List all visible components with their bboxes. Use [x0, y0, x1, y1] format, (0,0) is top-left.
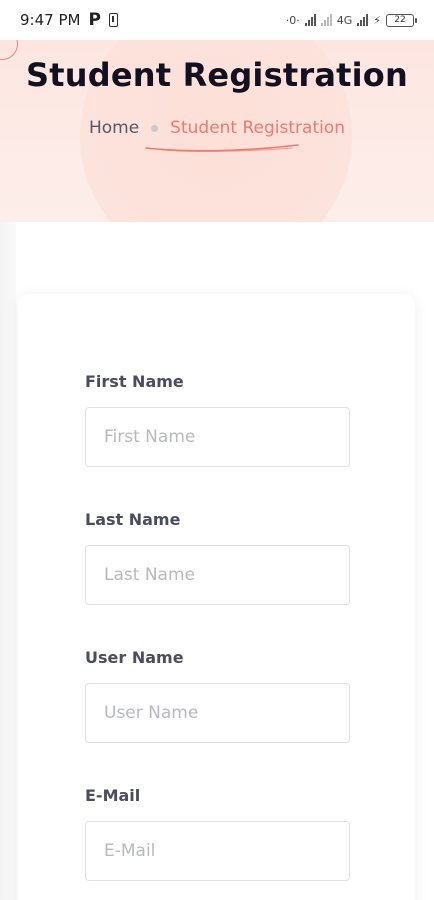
user-name-label: User Name — [85, 648, 184, 667]
last-name-label: Last Name — [85, 510, 181, 529]
breadcrumb-current: Student Registration — [145, 118, 346, 152]
signal-icon — [304, 14, 316, 26]
vibrate-icon: ·0· — [285, 13, 300, 27]
breadcrumb-separator-dot — [151, 124, 159, 132]
first-name-field-group: First Name — [85, 372, 350, 467]
first-name-label: First Name — [85, 372, 184, 391]
first-name-input[interactable] — [85, 407, 350, 467]
hero-banner: Student Registration Home Student Regist… — [0, 40, 434, 222]
breadcrumb-current-label: Student Registration — [170, 118, 346, 138]
signal-4g-icon — [357, 14, 369, 26]
registration-form-card: First Name Last Name User Name E-Mail — [18, 294, 415, 900]
side-shadow-strip — [0, 222, 16, 900]
breadcrumb-underline-swoosh — [145, 144, 299, 152]
last-name-field-group: Last Name — [85, 510, 350, 605]
user-name-field-group: User Name — [85, 648, 350, 743]
status-bar: 9:47 PM P ·0· 4G ⚡ 22 — [0, 0, 434, 40]
page-title: Student Registration — [26, 56, 408, 94]
breadcrumb: Home Student Registration — [0, 118, 434, 152]
email-input[interactable] — [85, 821, 350, 881]
network-type-label: 4G — [336, 13, 353, 27]
charging-icon: ⚡ — [373, 13, 381, 27]
last-name-input[interactable] — [85, 545, 350, 605]
status-right: ·0· 4G ⚡ 22 — [285, 13, 417, 27]
status-time: 9:47 PM — [20, 11, 81, 29]
battery-icon: 22 — [386, 13, 417, 27]
phone-icon — [108, 13, 118, 27]
status-left: 9:47 PM P — [20, 10, 118, 30]
parking-app-icon: P — [88, 10, 101, 30]
email-label: E-Mail — [85, 786, 141, 805]
email-field-group: E-Mail — [85, 786, 350, 881]
breadcrumb-home-link[interactable]: Home — [89, 118, 139, 138]
user-name-input[interactable] — [85, 683, 350, 743]
signal-secondary-icon — [320, 14, 332, 26]
